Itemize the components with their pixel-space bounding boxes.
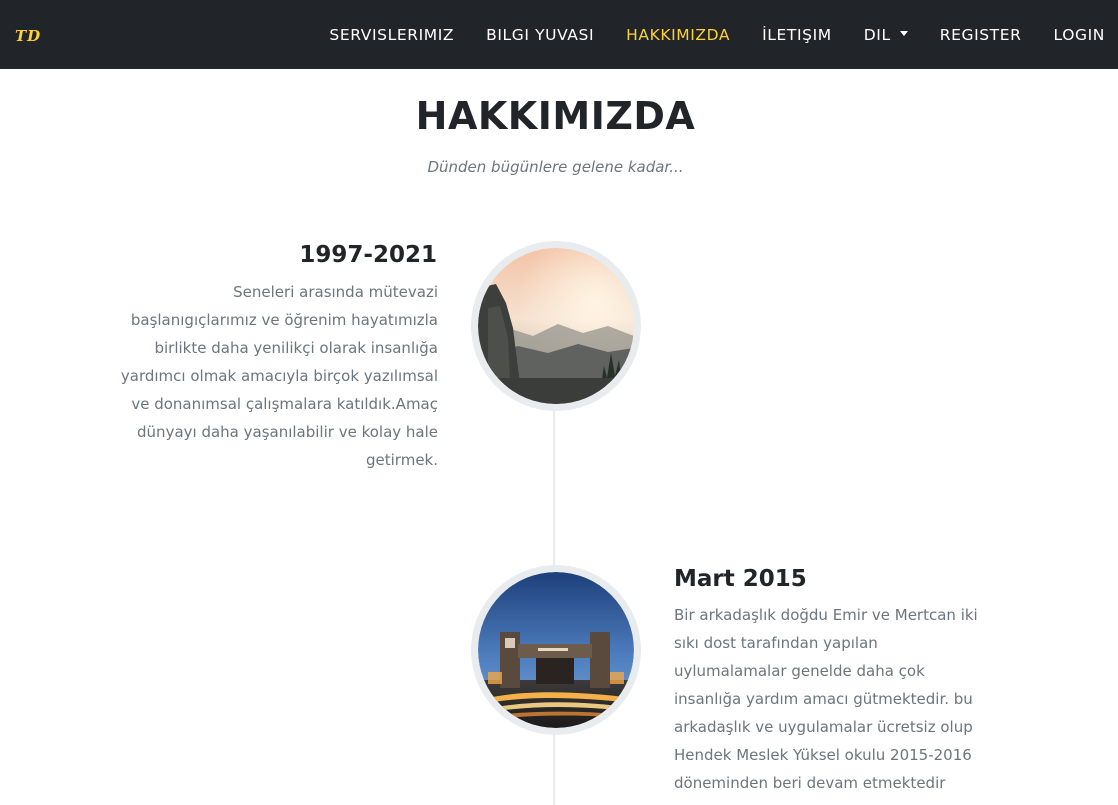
nav-item-dil-dropdown[interactable]: DIL bbox=[864, 26, 908, 44]
nav-item-bilgi-yuvasi[interactable]: BILGI YUVASI bbox=[486, 26, 594, 44]
mountain-valley-photo bbox=[478, 248, 634, 404]
timeline-image-2 bbox=[471, 565, 641, 735]
nav-item-hakkimizda[interactable]: HAKKIMIZDA bbox=[626, 26, 730, 44]
nav-item-dil-label: DIL bbox=[863, 25, 891, 44]
timeline-item-1-title: 1997-2021 bbox=[299, 242, 437, 268]
page-subtitle: Dünden bügünlere gelene kadar... bbox=[427, 158, 684, 176]
timeline-item-2-title: Mart 2015 bbox=[674, 566, 807, 592]
page-title: HAKKIMIZDA bbox=[415, 94, 696, 138]
nav-item-iletisim[interactable]: İLETIŞIM bbox=[762, 26, 832, 44]
nav-item-register[interactable]: REGISTER bbox=[940, 26, 1022, 44]
timeline-item-1-text: Seneleri arasında mütevazi başlanıgıçlar… bbox=[120, 283, 438, 469]
nav-menu: SERVISLERIMIZ BILGI YUVASI HAKKIMIZDA İL… bbox=[297, 0, 1105, 69]
caret-down-icon bbox=[899, 31, 908, 36]
navbar: TD SERVISLERIMIZ BILGI YUVASI HAKKIMIZDA… bbox=[0, 0, 1118, 69]
nav-item-servislerimiz[interactable]: SERVISLERIMIZ bbox=[329, 26, 454, 44]
university-gate-photo bbox=[478, 572, 634, 728]
brand-logo[interactable]: TD bbox=[15, 27, 41, 45]
timeline-image-1 bbox=[471, 241, 641, 411]
nav-item-login[interactable]: LOGIN bbox=[1054, 26, 1105, 44]
timeline-item-2-text: Bir arkadaşlık doğdu Emir ve Mertcan iki… bbox=[674, 606, 978, 792]
